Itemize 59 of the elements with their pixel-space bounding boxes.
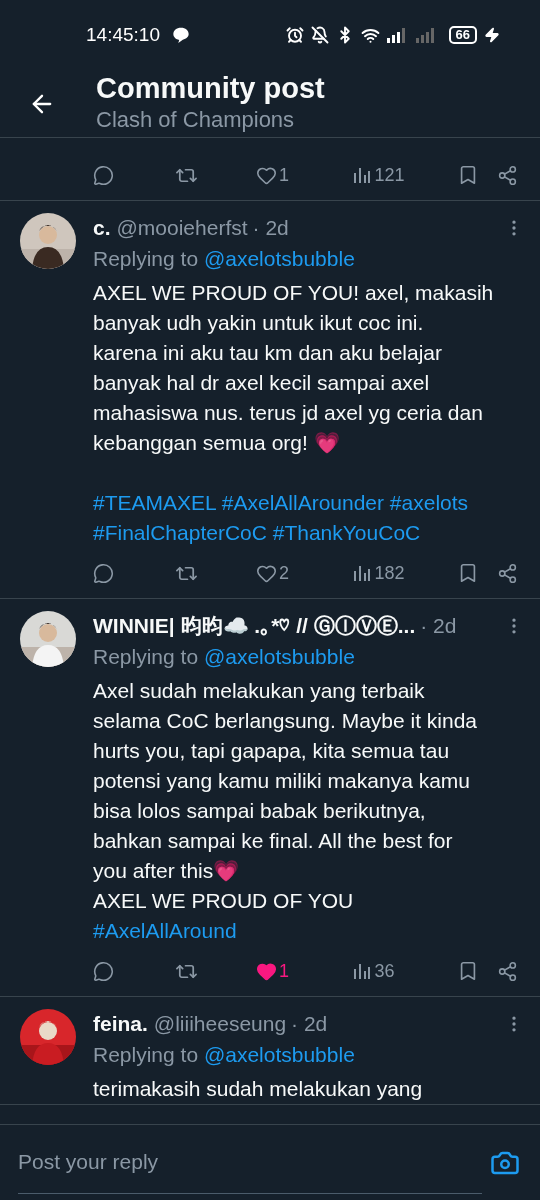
views-icon (351, 563, 372, 583)
views-icon (351, 961, 372, 981)
post-time: · 2d (291, 1011, 328, 1038)
hashtag-links[interactable]: #FinalChapterCoC #ThankYouCoC (93, 518, 421, 548)
comment-icon (93, 164, 114, 186)
views-button[interactable]: 182 (351, 559, 422, 587)
mute-icon (310, 26, 329, 44)
user-handle: @mooieherfst (116, 215, 248, 242)
post-text: banyak hal dr axel kecil sampai axel (93, 370, 430, 396)
comment-icon (93, 960, 114, 982)
post-text: banyak udh yakin untuk ikut coc ini. (93, 310, 424, 336)
views-button[interactable]: 36 (351, 957, 422, 985)
user-name: feina. (93, 1011, 148, 1038)
post-text: kebanggan semua org! 💗 (93, 430, 340, 456)
battery-level: 66 (448, 26, 477, 44)
like-button[interactable]: 1 (256, 957, 316, 985)
reply-field[interactable]: Post your reply (18, 1131, 482, 1194)
post-text: potensi yang kamu miliki makanya kamu (93, 768, 470, 794)
views-icon (351, 165, 372, 185)
post-text: karena ini aku tau km dan aku belajar (93, 340, 443, 366)
share-icon (497, 562, 518, 584)
chat-bubble-icon (171, 26, 190, 44)
post-text: bahkan sampai ke final. All the best for (93, 828, 453, 854)
user-name: WINNIE| 昀昀☁ .｡*♡ // ⒼⒾⓋⒺ... (93, 613, 416, 640)
share-icon (497, 960, 518, 982)
hashtag-links[interactable]: #TEAMAXEL #AxelAllArounder #axelots (93, 488, 469, 518)
post-text: bisa lolos sampai babak berikutnya, (93, 798, 426, 824)
replying-to-text: Replying to @axelotsbubble (93, 644, 355, 671)
like-button[interactable]: 1 (256, 161, 316, 189)
post-text: you after this💗 (93, 858, 240, 884)
share-icon (497, 164, 518, 186)
replying-to-text: Replying to @axelotsbubble (93, 246, 355, 273)
mention-link[interactable]: @axelotsbubble (203, 1043, 355, 1067)
post-text: selama CoC berlangsung. Maybe it kinda (93, 708, 478, 734)
mention-link[interactable]: @axelotsbubble (203, 247, 355, 271)
post-text: mahasiswa nus. terus jd axel yg ceria dan (93, 400, 483, 426)
charging-icon (484, 27, 500, 43)
replying-to-text: Replying to @axelotsbubble (93, 1042, 355, 1069)
post-time: · 2d (252, 215, 289, 242)
post-text: Axel sudah melakukan yang terbaik (93, 678, 425, 704)
post-time: · 2d (420, 613, 457, 640)
views-button[interactable]: 121 (351, 161, 422, 189)
alarm-icon (285, 26, 304, 44)
like-button[interactable]: 2 (256, 559, 316, 587)
user-handle: @liiiheeseung (153, 1011, 287, 1038)
comment-icon (93, 562, 114, 584)
user-name: c. (93, 215, 111, 242)
page-title: Community post (96, 70, 325, 105)
status-time: 14:45:10 (86, 22, 160, 47)
post-text: terimakasih sudah melakukan yang (93, 1076, 423, 1102)
share-button[interactable] (497, 960, 518, 982)
hashtag-links[interactable]: #AxelAllAround (93, 916, 237, 946)
post-text: AXEL WE PROUD OF YOU (93, 888, 354, 914)
post-text: AXEL WE PROUD OF YOU! axel, makasih (93, 280, 494, 306)
mention-link[interactable]: @axelotsbubble (203, 645, 355, 669)
page-subtitle: Clash of Champions (96, 105, 296, 134)
post-text: hurts you, tapi gapapa, kita semua tau (93, 738, 450, 764)
share-button[interactable] (497, 164, 518, 186)
share-button[interactable] (497, 562, 518, 584)
